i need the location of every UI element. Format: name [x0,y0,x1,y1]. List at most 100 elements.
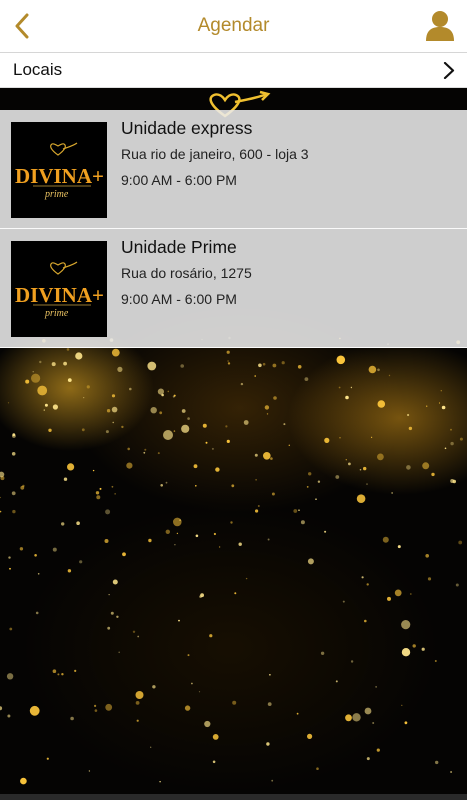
sparkle [266,413,269,415]
sparkle [81,428,85,432]
sparkle [401,704,403,706]
sparkle [157,388,164,395]
sparkle [230,521,233,524]
sparkle [111,394,116,398]
sparkle [75,352,83,360]
sparkle [39,360,42,364]
sparkle [368,365,377,374]
sparkle [382,536,389,543]
sparkle [345,459,347,461]
sparkle [165,529,170,534]
sparkle [187,654,190,657]
back-button[interactable] [4,8,40,44]
sparkle [9,627,13,631]
locais-section-row[interactable]: Locais [0,53,467,88]
sparkle [271,492,275,496]
location-logo: DIVINA+ prime [11,122,107,218]
sparkle [267,702,272,706]
page-title: Agendar [197,15,270,36]
sparkle [240,382,244,386]
sparkle [181,424,190,433]
sparkle [238,542,242,546]
sparkle [339,437,341,439]
sparkle [30,373,41,383]
sparkle [11,452,16,456]
sparkle [122,552,126,557]
sparkle [296,712,299,715]
sparkle [348,462,351,466]
sparkle [37,385,48,396]
sparkle [105,430,109,434]
sparkle [88,770,91,772]
sparkle [67,378,72,382]
sparkle [7,714,11,718]
bottom-bar [0,794,467,800]
sparkle [366,583,369,586]
sparkle [52,547,57,552]
sparkle [376,748,380,752]
sparkle [366,483,368,485]
sparkle [338,386,341,389]
sparkle [297,365,302,369]
sparkle [35,611,39,615]
sparkle [212,760,216,764]
sparkle [108,594,110,596]
sparkle [377,368,380,372]
profile-button[interactable] [423,8,457,42]
sparkle [67,463,75,471]
sparkle [409,593,412,595]
svg-text:DIVINA+: DIVINA+ [15,283,104,307]
sparkle [307,733,313,740]
svg-text:DIVINA+: DIVINA+ [15,164,104,188]
sparkle [281,361,285,365]
sparkle [315,498,317,501]
location-item[interactable]: DIVINA+ prime Unidade Prime Rua do rosár… [0,229,467,348]
sparkle [271,779,274,782]
sparkle [273,396,277,400]
sparkle [450,479,455,483]
sparkle [135,691,144,699]
sparkle [105,509,111,515]
sparkle [116,615,119,618]
sparkle [127,447,130,451]
sparkle [129,387,132,391]
sparkle [57,673,60,676]
sparkle [25,379,30,384]
sparkle [70,716,74,721]
sparkle [298,509,300,512]
sparkle [377,453,384,461]
location-item[interactable]: DIVINA+ prime Unidade express Rua rio de… [0,110,467,229]
sparkle [213,532,216,536]
sparkle [104,539,109,543]
sparkle [52,404,59,410]
sparkle [394,589,402,597]
sparkle [226,439,230,443]
sparkle [364,619,367,623]
sparkle [195,534,199,538]
sparkle [159,781,161,783]
sparkle [406,465,411,470]
sparkle [288,444,290,446]
svg-text:prime: prime [44,308,69,319]
sparkle [114,493,116,495]
sparkle [412,644,416,648]
sparkle [225,425,228,428]
sparkle [450,771,453,773]
sparkle [147,361,157,371]
sparkle [227,360,229,362]
sparkle [117,366,123,372]
sparkle [37,573,40,575]
sparkle [307,558,314,565]
sparkle [317,480,321,483]
location-address: Rua do rosário, 1275 [121,265,252,281]
sparkle [112,421,114,424]
sparkle [29,705,40,716]
sparkle [32,371,34,373]
sparkle [391,492,393,494]
sparkle [408,426,413,431]
sparkle [232,700,237,705]
sparkle [173,430,176,432]
sparkle [459,437,463,441]
sparkle [262,362,266,366]
sparkle [67,569,72,573]
